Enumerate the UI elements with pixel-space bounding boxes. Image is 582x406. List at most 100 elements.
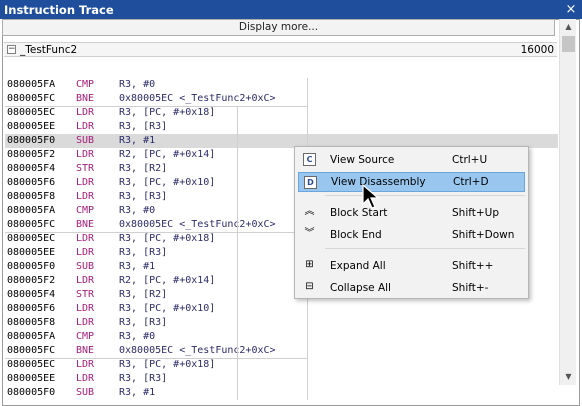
context-menu: C View Source Ctrl+U D View Disassembly Ctrl+… bbox=[294, 146, 529, 299]
row-address: 080005F6 bbox=[7, 303, 56, 314]
instruction-count: 16000 bbox=[520, 43, 554, 56]
trace-row[interactable]: 080005EE LDR R3, [R3] bbox=[5, 372, 558, 386]
row-mnemonic: LDR bbox=[76, 247, 95, 258]
row-operands: 0x80005EC <_TestFunc2+0xC> bbox=[119, 219, 276, 230]
row-mnemonic: LDR bbox=[76, 107, 95, 118]
menu-item-shortcut: Ctrl+D bbox=[453, 176, 489, 188]
menu-separator bbox=[325, 195, 525, 196]
row-mnemonic: BNE bbox=[76, 93, 95, 104]
row-operands: R3, [R3] bbox=[119, 317, 168, 328]
row-operands: R3, [R3] bbox=[119, 247, 168, 258]
row-operands: R3, [PC, #+0x18] bbox=[119, 233, 216, 244]
scroll-up-icon[interactable]: ▲ bbox=[560, 19, 577, 35]
row-address: 080005EE bbox=[7, 373, 56, 384]
view-disassembly-icon: D bbox=[304, 176, 317, 189]
function-name: _TestFunc2 bbox=[20, 43, 78, 56]
menu-item-block-start[interactable]: ︽ Block Start Shift+Up bbox=[298, 203, 525, 223]
trace-row[interactable]: 080005FC BNE 0x80005EC <_TestFunc2+0xC> bbox=[5, 92, 558, 106]
scroll-down-icon[interactable]: ▼ bbox=[560, 369, 577, 385]
row-operands: R2, [PC, #+0x14] bbox=[119, 149, 216, 160]
row-mnemonic: LDR bbox=[76, 121, 95, 132]
row-address: 080005F0 bbox=[7, 261, 56, 272]
row-mnemonic: LDR bbox=[76, 275, 95, 286]
block-separator bbox=[5, 358, 307, 359]
trace-row[interactable]: 080005FC BNE 0x80005EC <_TestFunc2+0xC> bbox=[5, 344, 558, 358]
view-source-icon: C bbox=[303, 153, 316, 166]
row-mnemonic: SUB bbox=[76, 135, 95, 146]
row-mnemonic: LDR bbox=[76, 149, 95, 160]
row-operands: R3, #1 bbox=[119, 387, 156, 398]
chevron-double-up-icon: ︽ bbox=[304, 206, 315, 217]
row-operands: R2, [PC, #+0x14] bbox=[119, 275, 216, 286]
vertical-scrollbar[interactable]: ▲ ▼ bbox=[559, 19, 576, 385]
menu-item-view-disassembly[interactable]: D View Disassembly Ctrl+D bbox=[298, 172, 525, 192]
row-address: 080005F4 bbox=[7, 163, 56, 174]
row-address: 080005FC bbox=[7, 93, 56, 104]
trace-row[interactable]: 080005EE LDR R3, [R3] bbox=[5, 120, 558, 134]
row-operands: R3, [PC, #+0x10] bbox=[119, 303, 216, 314]
row-operands: 0x80005EC <_TestFunc2+0xC> bbox=[119, 345, 276, 356]
row-operands: 0x80005EC <_TestFunc2+0xC> bbox=[119, 93, 276, 104]
menu-item-shortcut: Shift+Up bbox=[452, 207, 500, 219]
row-mnemonic: SUB bbox=[76, 387, 95, 398]
row-address: 080005FA bbox=[7, 205, 56, 216]
trace-row[interactable]: 080005EC LDR R3, [PC, #+0x18] bbox=[5, 358, 558, 372]
row-mnemonic: LDR bbox=[76, 303, 95, 314]
row-address: 080005EC bbox=[7, 107, 56, 118]
mouse-cursor-icon bbox=[362, 184, 380, 209]
row-operands: R3, [R2] bbox=[119, 289, 168, 300]
row-operands: R3, #0 bbox=[119, 205, 156, 216]
window-title: Instruction Trace bbox=[4, 2, 114, 17]
trace-row[interactable]: 080005EC LDR R3, [PC, #+0x18] bbox=[5, 106, 558, 120]
function-group-header[interactable]: − _TestFunc2 16000 bbox=[4, 42, 557, 57]
trace-row[interactable]: 080005FA CMP R3, #0 bbox=[5, 78, 558, 92]
menu-item-label: Expand All bbox=[330, 260, 386, 272]
row-address: 080005F8 bbox=[7, 317, 56, 328]
row-mnemonic: LDR bbox=[76, 317, 95, 328]
menu-separator bbox=[325, 248, 525, 249]
chevron-double-down-icon: ︾ bbox=[304, 228, 315, 239]
trace-row[interactable]: 080005F6 LDR R3, [PC, #+0x10] bbox=[5, 302, 558, 316]
menu-item-expand-all[interactable]: ⊞ Expand All Shift++ bbox=[298, 256, 525, 276]
row-mnemonic: BNE bbox=[76, 345, 95, 356]
row-operands: R3, [R3] bbox=[119, 121, 168, 132]
menu-item-view-source[interactable]: C View Source Ctrl+U bbox=[298, 150, 525, 170]
trace-row[interactable]: 080005F0 SUB R3, #1 bbox=[5, 386, 558, 400]
column-divider bbox=[237, 106, 238, 400]
row-mnemonic: SUB bbox=[76, 261, 95, 272]
row-address: 080005F2 bbox=[7, 149, 56, 160]
row-address: 080005F0 bbox=[7, 135, 56, 146]
row-address: 080005EE bbox=[7, 121, 56, 132]
menu-item-block-end[interactable]: ︾ Block End Shift+Down bbox=[298, 225, 525, 245]
trace-row[interactable]: 080005FA CMP R3, #0 bbox=[5, 330, 558, 344]
row-operands: R3, #1 bbox=[119, 261, 156, 272]
row-address: 080005F8 bbox=[7, 191, 56, 202]
row-mnemonic: STR bbox=[76, 289, 95, 300]
row-mnemonic: LDR bbox=[76, 233, 95, 244]
close-icon[interactable]: × bbox=[564, 2, 578, 17]
row-mnemonic: STR bbox=[76, 163, 95, 174]
menu-item-shortcut: Shift++ bbox=[452, 260, 494, 272]
row-mnemonic: LDR bbox=[76, 359, 95, 370]
menu-item-label: View Source bbox=[330, 154, 395, 166]
block-separator bbox=[5, 232, 307, 233]
menu-item-collapse-all[interactable]: ⊟ Collapse All Shift+- bbox=[298, 278, 525, 298]
row-address: 080005F0 bbox=[7, 387, 56, 398]
scroll-thumb[interactable] bbox=[562, 36, 575, 52]
menu-item-label: Block End bbox=[330, 229, 382, 241]
collapse-icon[interactable]: − bbox=[7, 45, 16, 54]
menu-item-shortcut: Shift+- bbox=[452, 282, 489, 294]
collapse-all-icon: ⊟ bbox=[305, 281, 314, 292]
row-operands: R3, #1 bbox=[119, 135, 156, 146]
expand-all-icon: ⊞ bbox=[305, 259, 314, 270]
trace-row[interactable]: 080005F8 LDR R3, [R3] bbox=[5, 316, 558, 330]
row-address: 080005FC bbox=[7, 219, 56, 230]
row-operands: R3, [R3] bbox=[119, 191, 168, 202]
display-more-button[interactable]: Display more... bbox=[2, 19, 555, 36]
row-address: 080005EC bbox=[7, 359, 56, 370]
row-mnemonic: LDR bbox=[76, 177, 95, 188]
block-separator bbox=[5, 106, 307, 107]
row-address: 080005F2 bbox=[7, 275, 56, 286]
row-address: 080005F4 bbox=[7, 289, 56, 300]
row-mnemonic: LDR bbox=[76, 191, 95, 202]
